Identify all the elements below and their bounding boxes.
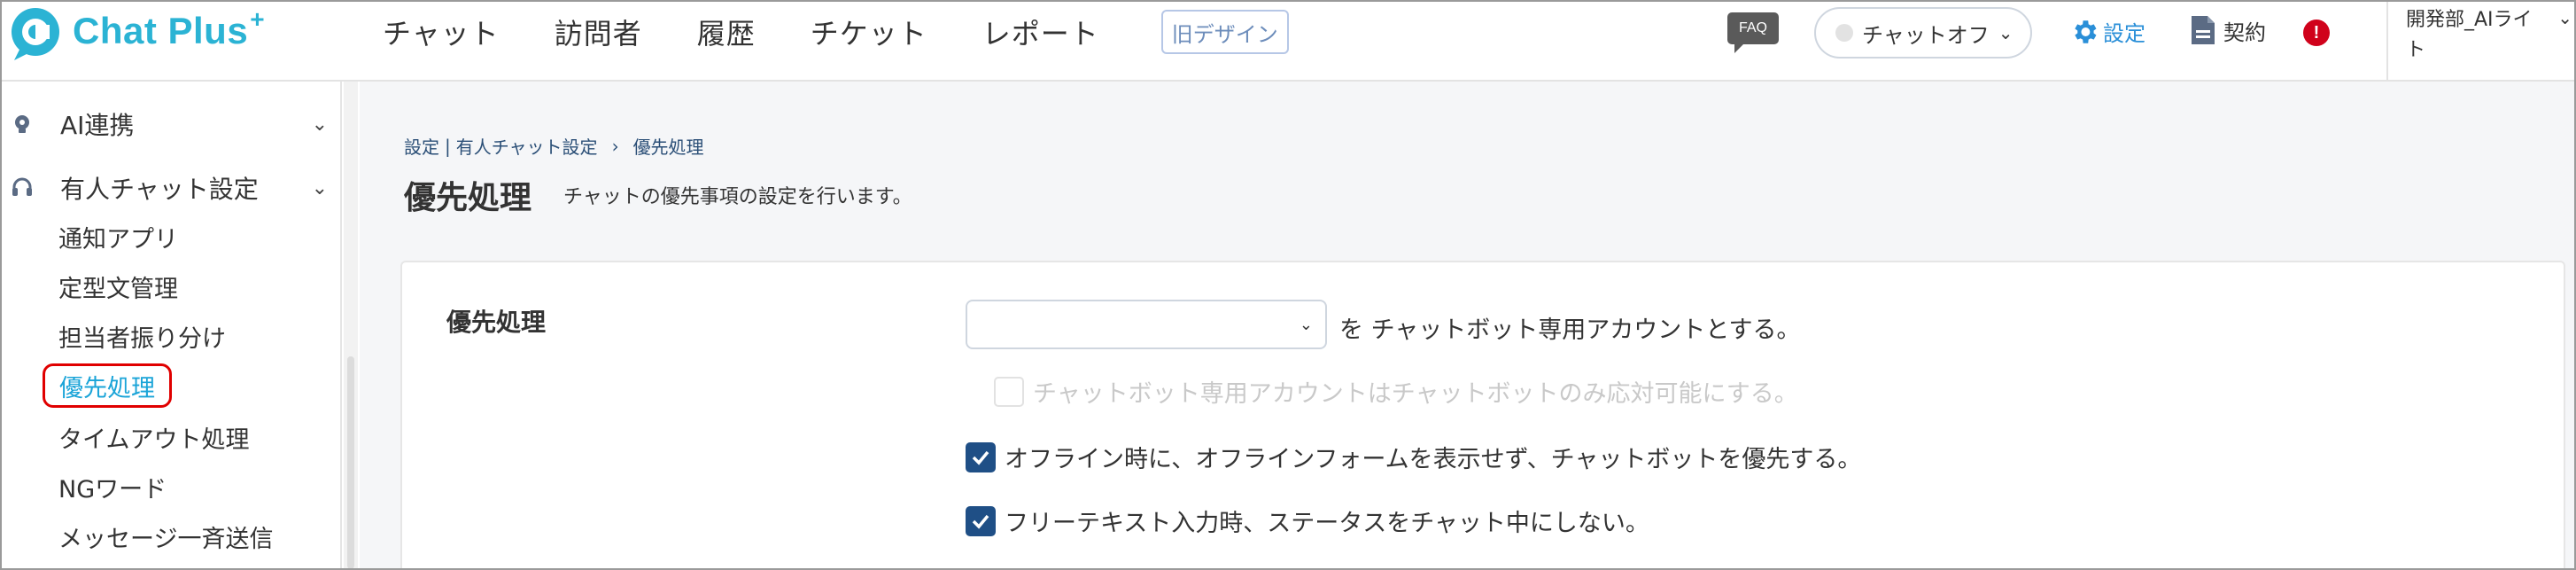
faq-button[interactable]: FAQ [1727, 12, 1781, 55]
chat-status-label: チャットオフ [1862, 22, 1990, 48]
breadcrumb-settings[interactable]: 設定 [404, 133, 439, 159]
user-menu[interactable]: 開発部_AIライト ⌄ [2386, 2, 2572, 80]
option-offline-priority[interactable]: オフライン時に、オフラインフォームを表示せず、チャットボットを優先する。 [966, 440, 1861, 474]
nav-history[interactable]: 履歴 [697, 12, 756, 52]
logo-text: Chat Plus+ [73, 5, 266, 51]
app-window: Chat Plus+ チャット 訪問者 履歴 チケット レポート 旧デザイン F… [0, 0, 2576, 570]
checkbox-unchecked-disabled[interactable] [994, 376, 1024, 407]
chat-status-dropdown[interactable]: チャットオフ ⌄ [1814, 7, 2032, 59]
sidebar-item-priority[interactable]: 優先処理 [43, 363, 172, 408]
option-label: チャットボット専用アカウントはチャットボットのみ応対可能にする。 [1033, 380, 1798, 408]
bulb-icon [15, 115, 29, 133]
contract-link[interactable]: 契約 [2190, 14, 2266, 46]
sidebar-item-assignment[interactable]: 担当者振り分け [58, 314, 226, 358]
check-icon [972, 450, 989, 465]
option-label: フリーテキスト入力時、ステータスをチャット中にしない。 [1005, 510, 1649, 537]
chat-bubble-logo-icon [12, 8, 59, 60]
priority-settings-card: 優先処理 ⌄ を チャットボット専用アカウントとする。 チャットボット専用アカウ… [400, 261, 2565, 568]
nav-visitors[interactable]: 訪問者 [555, 12, 642, 52]
option-label: オフライン時に、オフラインフォームを表示せず、チャットボットを優先する。 [1005, 446, 1862, 473]
settings-link[interactable]: 設定 [2069, 16, 2145, 47]
breadcrumb-current: 優先処理 [632, 137, 704, 158]
contract-label: 契約 [2223, 20, 2266, 45]
alert-icon[interactable]: ! [2303, 20, 2330, 46]
sidebar-item-templates[interactable]: 定型文管理 [58, 264, 178, 308]
page-title: 優先処理 [404, 180, 532, 216]
scrollbar-thumb[interactable] [347, 356, 354, 568]
chevron-down-icon: ⌄ [2557, 7, 2572, 28]
nav-chat[interactable]: チャット [383, 12, 500, 52]
sidebar-scrollbar[interactable] [344, 82, 358, 568]
chatplus-logo[interactable]: Chat Plus+ [9, 5, 266, 62]
nav-reports[interactable]: レポート [982, 12, 1099, 52]
option-free-text-status[interactable]: フリーテキスト入力時、ステータスをチャット中にしない。 [966, 504, 1649, 538]
chevron-down-icon: ⌄ [1299, 316, 1313, 334]
breadcrumb: 設定 | 有人チャット設定 › 優先処理 [404, 133, 704, 159]
page-description: チャットの優先事項の設定を行います。 [563, 186, 912, 208]
sidebar-item-notification-app[interactable]: 通知アプリ [58, 215, 178, 259]
settings-label: 設定 [2103, 21, 2145, 46]
headset-icon [12, 177, 32, 196]
top-header: Chat Plus+ チャット 訪問者 履歴 チケット レポート 旧デザイン F… [2, 2, 2574, 82]
status-dot-icon [1835, 24, 1853, 42]
breadcrumb-separator: | [445, 135, 451, 157]
old-design-button[interactable]: 旧デザイン [1160, 10, 1289, 54]
check-icon [972, 514, 989, 529]
select-suffix-text: を チャットボット専用アカウントとする。 [1339, 316, 1801, 344]
sidebar-item-ng-words[interactable]: NGワード [58, 465, 167, 509]
faq-bubble-tail [1734, 44, 1749, 53]
nav-tickets[interactable]: チケット [811, 12, 927, 52]
user-name: 開発部_AIライト [2406, 9, 2533, 61]
checkbox-checked[interactable] [966, 505, 996, 536]
top-navigation: チャット 訪問者 履歴 チケット レポート 旧デザイン [383, 2, 1289, 62]
chatbot-account-select[interactable]: ⌄ [966, 300, 1327, 349]
main-content: 設定 | 有人チャット設定 › 優先処理 優先処理 チャットの優先事項の設定を行… [360, 82, 2574, 568]
option-chatbot-only[interactable]: チャットボット専用アカウントはチャットボットのみ応対可能にする。 [994, 374, 1798, 409]
sidebar-section-ai[interactable]: AI連携 ⌄ [2, 98, 330, 151]
sidebar-section-label: AI連携 [60, 111, 135, 140]
sidebar-item-broadcast[interactable]: メッセージ一斉送信 [58, 514, 273, 558]
document-icon [2192, 16, 2215, 44]
breadcrumb-manned-chat[interactable]: 有人チャット設定 [456, 133, 598, 159]
chevron-down-icon: ⌄ [1998, 22, 2013, 43]
sidebar-section-label: 有人チャット設定 [60, 175, 259, 204]
breadcrumb-arrow-icon: › [611, 135, 619, 157]
chevron-down-icon: ⌄ [311, 113, 328, 136]
chevron-down-icon: ⌄ [311, 176, 328, 199]
faq-icon: FAQ [1727, 12, 1779, 44]
gear-icon [2075, 20, 2097, 43]
form-label: 優先処理 [446, 308, 547, 337]
sidebar: AI連携 ⌄ 有人チャット設定 ⌄ 通知アプリ 定型文管理 担当者振り分け 優先… [2, 82, 342, 568]
checkbox-checked[interactable] [966, 441, 996, 472]
sidebar-item-timeout[interactable]: タイムアウト処理 [58, 415, 249, 459]
sidebar-section-manned-chat[interactable]: 有人チャット設定 ⌄ [2, 161, 330, 215]
